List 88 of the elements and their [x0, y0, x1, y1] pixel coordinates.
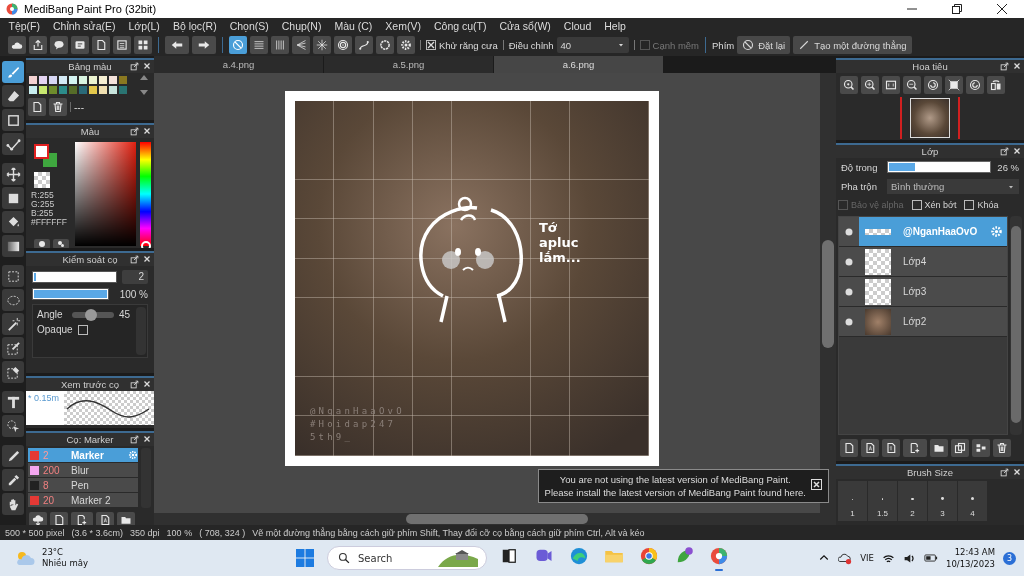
opacity-reading: 26 %	[997, 161, 1019, 173]
panel-title: Cọ: Marker	[66, 434, 114, 445]
notification-text: Please install the latest version of MediBang Paint found here.	[544, 486, 806, 499]
brush-name: Pen	[71, 479, 90, 491]
checkbox-label: Cạnh mềm	[652, 39, 700, 51]
status-text: 500 * 500 pixel	[5, 527, 65, 538]
brush-name: Marker	[71, 449, 105, 461]
menu-item[interactable]: Cloud	[557, 20, 598, 32]
brush-size: 200	[43, 464, 61, 476]
param-label: Opaque	[37, 324, 73, 335]
param-label: Angle	[37, 309, 64, 320]
color-value: R:255	[31, 191, 55, 200]
menu-item[interactable]: Xem(V)	[378, 20, 428, 32]
brush-size-cell[interactable]: 4	[958, 481, 987, 521]
menu-item[interactable]: Màu (C)	[327, 20, 379, 32]
adjust-dropdown[interactable]: 40	[556, 37, 629, 53]
document-tab[interactable]: a.6.png	[494, 56, 664, 73]
layer-name: @NganHaaOvO	[903, 226, 978, 237]
color-value: G:255	[31, 200, 56, 209]
field-label: Điều chỉnh	[508, 39, 554, 51]
menu-item[interactable]: Công cụ(T)	[427, 20, 493, 32]
brush-item[interactable]: 200 Blur	[28, 463, 138, 478]
menu-item[interactable]: Tệp(F)	[2, 20, 47, 32]
panel-title: Brush Size	[907, 467, 953, 478]
panel-title: Bảng màu	[68, 61, 112, 72]
menu-item[interactable]: Lớp(L)	[121, 20, 167, 32]
brush-size-cell[interactable]: 2	[898, 481, 927, 521]
menu-item[interactable]: Help	[597, 20, 633, 32]
menu-item[interactable]: Chỉnh sửa(E)	[46, 20, 122, 32]
brush-item[interactable]: 8 Pen	[28, 478, 138, 493]
layer-row[interactable]: Lớp2	[839, 307, 1007, 337]
brush-size-value[interactable]: 2	[122, 270, 148, 284]
blend-mode-dropdown[interactable]: Bình thường	[887, 179, 1019, 194]
status-text: Vẽ một đường thẳng bằng cách giữ phím Shift, Thay đổi cỡ cọ bằng cách giữ phím Ctrl, Alt và kéo	[252, 527, 645, 538]
layer-name: Lớp4	[903, 256, 928, 267]
document-tab[interactable]: a.4.png	[154, 56, 324, 73]
straight-line-button[interactable]: Tạo một đường thẳng	[793, 36, 912, 54]
layer-row[interactable]: Lớp4	[839, 247, 1007, 277]
brush-size-text: * 0.15m	[28, 393, 60, 403]
handwritten-text: Tớ apluc lắm...	[539, 220, 582, 265]
panel-title: Hoa tiêu	[912, 61, 948, 72]
layer-name: Lớp2	[903, 316, 928, 327]
menu-item[interactable]: Cửa sổ(W)	[492, 20, 558, 32]
weather-text: Nhiều mây	[42, 558, 88, 569]
palette-separator-text: ---	[74, 101, 84, 113]
section-label: Phím	[712, 39, 735, 51]
watermark-text: @NganHaaOvO	[310, 406, 405, 416]
notification-badge[interactable]: 3	[1003, 551, 1016, 565]
menu-item[interactable]: Chọn(S)	[223, 20, 276, 32]
status-text: (3.6 * 3.6cm)	[71, 527, 124, 538]
param-value: 45	[119, 309, 131, 320]
panel-title: Xem trước cọ	[61, 379, 119, 390]
brush-size: 8	[43, 479, 50, 491]
brush-size-cell[interactable]: 1.5	[868, 481, 897, 521]
layer-row[interactable]: Lớp3	[839, 277, 1007, 307]
search-button[interactable]: Search	[327, 546, 487, 570]
document-tab[interactable]: a.5.png	[324, 56, 494, 73]
status-text: 350 dpi	[130, 527, 160, 538]
color-value: B:255	[31, 209, 55, 218]
color-value: #FFFFFF	[31, 218, 68, 227]
brush-name: Blur	[71, 464, 90, 476]
notification-text: You are not using the latest version of MediBang Paint.	[558, 473, 792, 486]
checkbox-label: Khóa	[977, 200, 999, 210]
layer-name: Lớp3	[903, 286, 928, 297]
brush-size-cell[interactable]: 3	[928, 481, 957, 521]
panel-title: Kiểm soát cọ	[62, 254, 118, 265]
opacity-reading: 100 %	[118, 288, 148, 300]
menu-item[interactable]: Bộ lọc(R)	[166, 20, 224, 32]
temperature-text: 23°C	[42, 547, 64, 558]
language-indicator[interactable]: VIE	[860, 553, 874, 563]
status-text: ( 708, 324 )	[199, 527, 246, 538]
field-label: Độ trong	[841, 161, 879, 173]
brush-item[interactable]: 20 Marker 2	[28, 493, 138, 508]
brush-name: Marker 2	[71, 494, 112, 506]
brush-size-cell[interactable]: 1	[838, 481, 867, 521]
status-text: 100 %	[166, 527, 193, 538]
checkbox-label: Khử răng cưa	[439, 39, 498, 51]
brush-size: 20	[43, 494, 56, 506]
window-title: MediBang Paint Pro (32bit)	[24, 3, 158, 15]
brush-size: 2	[43, 449, 50, 461]
clock-date[interactable]: 10/13/2023	[946, 558, 995, 570]
clock-time[interactable]: 12:43 AM	[946, 546, 995, 558]
menu-item[interactable]: Chụp(N)	[275, 20, 328, 32]
checkbox-label: Xén bớt	[924, 200, 957, 210]
panel-title: Màu	[80, 126, 100, 137]
panel-title: Lớp	[921, 146, 939, 157]
reset-button[interactable]: Đặt lại	[737, 36, 791, 54]
field-label: Pha trộn	[841, 181, 878, 192]
